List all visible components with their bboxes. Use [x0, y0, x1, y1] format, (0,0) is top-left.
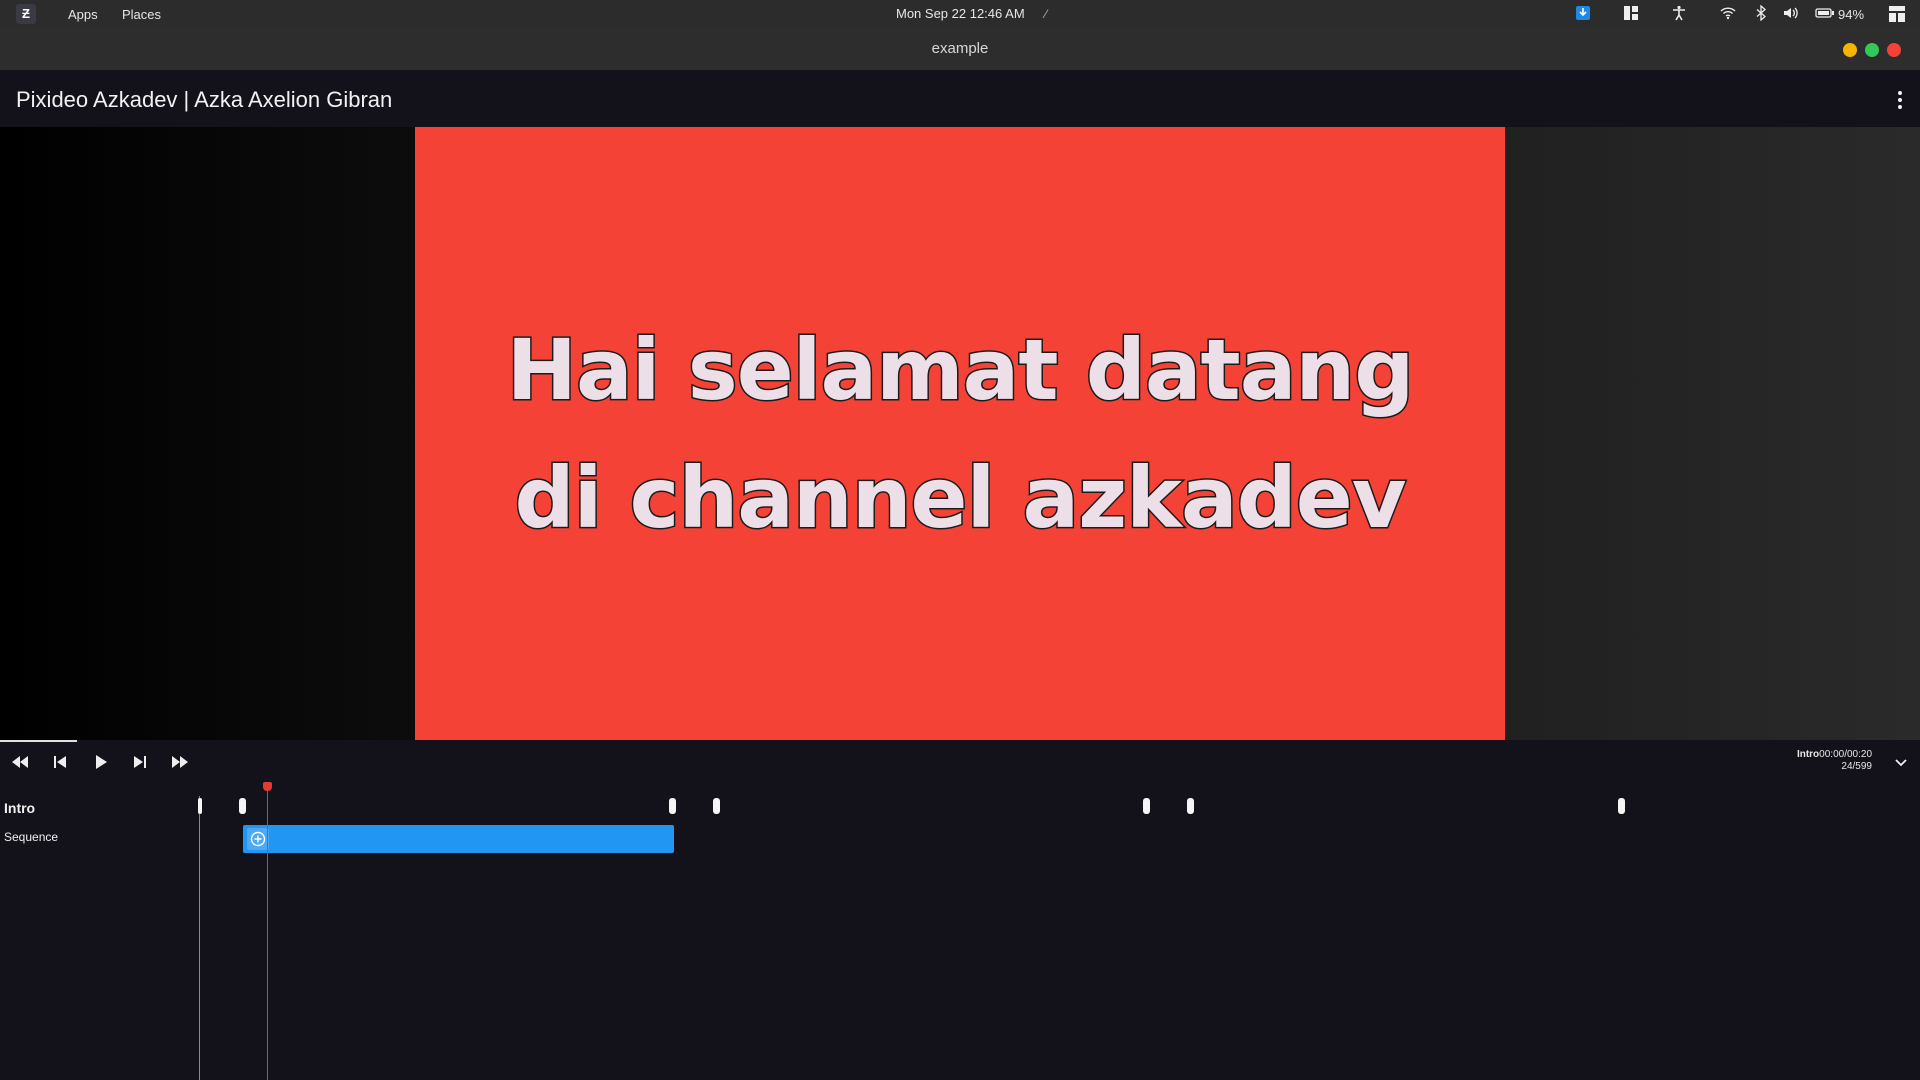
clock[interactable]: Mon Sep 22 12:46 AM	[896, 6, 1025, 21]
maximize-button[interactable]	[1865, 43, 1879, 57]
app-window: Ƶ Apps Places Mon Sep 22 12:46 AM ⁄ 94%	[0, 0, 1920, 1080]
battery-icon[interactable]	[1815, 5, 1835, 23]
keyframe-marker[interactable]	[1143, 798, 1150, 814]
bluetooth-icon[interactable]	[1752, 4, 1770, 23]
preview-canvas[interactable]: Hai selamat datang di channel azkadev	[415, 127, 1505, 740]
timeline-start-line	[199, 796, 200, 1080]
download-icon[interactable]	[1574, 5, 1592, 23]
do-not-disturb-icon[interactable]: ⁄	[1037, 5, 1055, 23]
minimize-button[interactable]	[1843, 43, 1857, 57]
keyframe-marker[interactable]	[713, 798, 720, 814]
wifi-icon[interactable]	[1719, 5, 1737, 23]
more-options-icon[interactable]	[1893, 89, 1907, 111]
panel-icon[interactable]	[1888, 5, 1906, 23]
distro-logo-icon[interactable]: Ƶ	[16, 4, 36, 24]
preview-caption-text: Hai selamat datang di channel azkadev	[505, 319, 1416, 548]
keyframe-marker[interactable]	[1187, 798, 1194, 814]
clip-drag-handle[interactable]	[247, 828, 269, 850]
rewind-icon[interactable]	[9, 752, 31, 772]
sequence-clip[interactable]	[243, 825, 674, 853]
keyframe-marker[interactable]	[198, 798, 202, 814]
skip-previous-icon[interactable]	[49, 752, 71, 772]
keyframe-marker[interactable]	[239, 798, 246, 814]
fast-forward-icon[interactable]	[169, 752, 191, 772]
time-code: 00:00/00:20	[1819, 749, 1872, 760]
battery-percentage: 94%	[1838, 7, 1865, 22]
add-circle-icon	[250, 831, 266, 847]
keyframe-marker[interactable]	[669, 798, 676, 814]
play-icon[interactable]	[90, 752, 112, 772]
app-header: Pixideo Azkadev | Azka Axelion Gibran	[0, 70, 1920, 127]
layout-icon[interactable]	[1622, 5, 1640, 23]
skip-next-icon[interactable]	[129, 752, 151, 772]
playhead-line[interactable]	[267, 782, 268, 1080]
frame-counter: 24/599	[1841, 761, 1872, 772]
system-top-bar: Ƶ Apps Places Mon Sep 22 12:46 AM ⁄ 94%	[0, 0, 1920, 28]
apps-menu[interactable]: Apps	[68, 7, 98, 22]
window-title-bar[interactable]: example	[0, 28, 1920, 70]
timeline-panel[interactable]: Intro Sequence	[0, 782, 1920, 1080]
transport-controls: Intro00:00/00:20 24/599	[0, 742, 1920, 782]
volume-icon[interactable]	[1782, 5, 1800, 23]
places-menu[interactable]: Places	[122, 7, 161, 22]
video-preview: Hai selamat datang di channel azkadev	[0, 127, 1920, 740]
scene-name: Intro	[1796, 749, 1820, 760]
scene-row-label: Intro	[4, 800, 36, 816]
window-title: example	[931, 40, 989, 57]
keyframe-marker[interactable]	[1618, 798, 1625, 814]
chevron-down-icon[interactable]	[1893, 754, 1909, 770]
time-readout: Intro00:00/00:20 24/599	[1797, 749, 1872, 773]
playhead-handle[interactable]	[263, 782, 272, 791]
accessibility-icon[interactable]	[1670, 5, 1688, 23]
close-button[interactable]	[1887, 43, 1901, 57]
track-row-label: Sequence	[4, 830, 59, 844]
app-title: Pixideo Azkadev | Azka Axelion Gibran	[16, 87, 393, 112]
